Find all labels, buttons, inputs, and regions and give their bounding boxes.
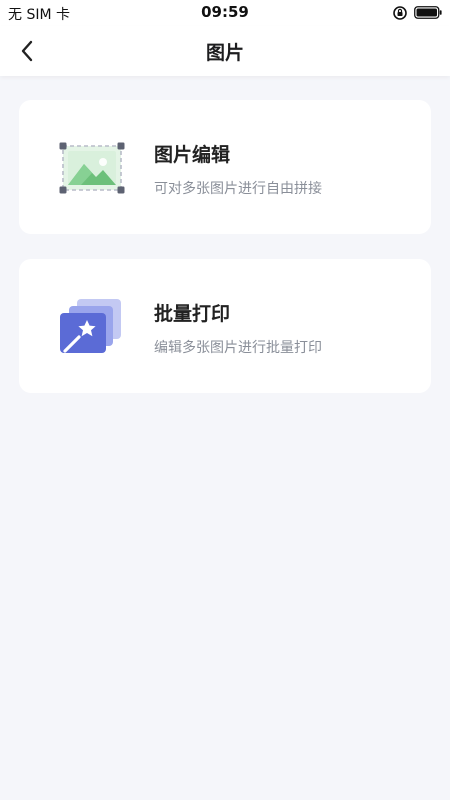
image-edit-description: 可对多张图片进行自由拼接 bbox=[154, 181, 322, 197]
batch-print-title: 批量打印 bbox=[154, 303, 231, 325]
screen: 无 SIM 卡 09:59 图片 图片编辑 可对多张图片进行自由拼接 批量打印 … bbox=[0, 0, 450, 800]
batch-print-icon bbox=[60, 299, 121, 353]
battery-icon bbox=[414, 6, 442, 19]
batch-print-description: 编辑多张图片进行批量打印 bbox=[154, 340, 322, 356]
rotation-lock-icon bbox=[393, 6, 407, 20]
status-bar: 无 SIM 卡 09:59 bbox=[0, 0, 450, 26]
status-time: 09:59 bbox=[201, 3, 249, 21]
page-title: 图片 bbox=[205, 42, 244, 64]
nav-bar: 图片 bbox=[0, 26, 450, 76]
image-edit-title: 图片编辑 bbox=[154, 144, 231, 166]
batch-print-card[interactable]: 批量打印 编辑多张图片进行批量打印 bbox=[19, 259, 431, 393]
image-edit-icon bbox=[59, 142, 125, 194]
image-edit-card[interactable]: 图片编辑 可对多张图片进行自由拼接 bbox=[19, 100, 431, 234]
